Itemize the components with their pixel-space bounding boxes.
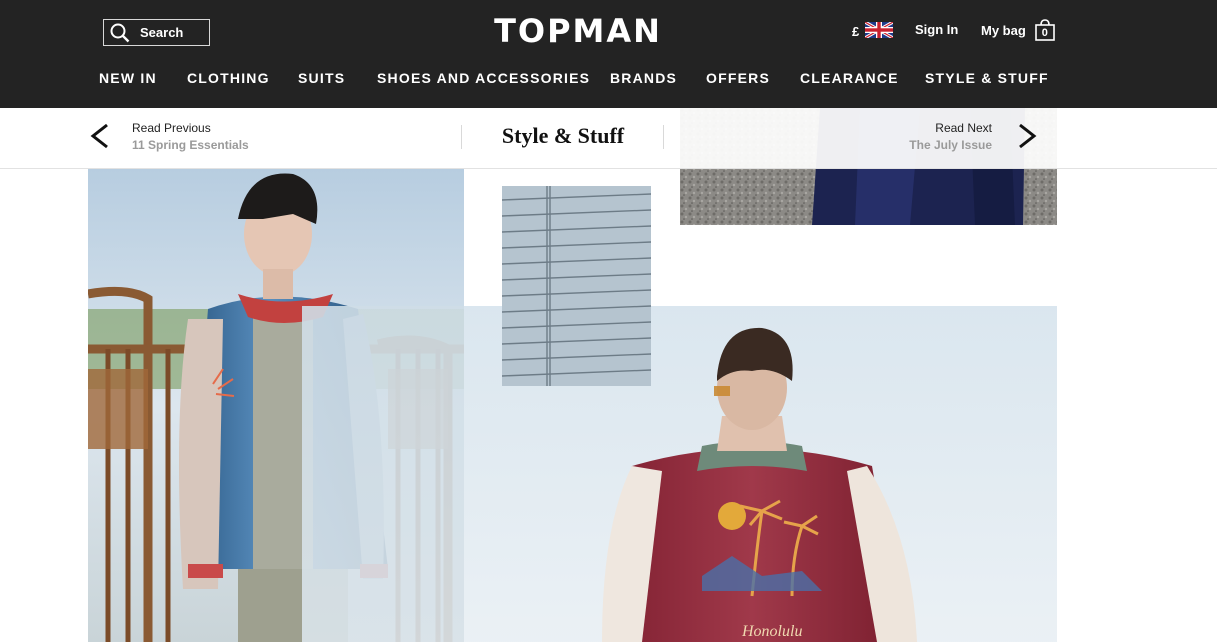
currency-selector[interactable]: £ <box>852 20 895 41</box>
topman-logo[interactable]: TOPMAN <box>478 12 678 50</box>
svg-text:Honolulu: Honolulu <box>741 623 802 640</box>
read-previous-label: Read Previous <box>132 121 211 135</box>
search-button[interactable]: Search <box>103 19 210 46</box>
editorial-photo-window-blinds <box>502 186 651 386</box>
nav-item-brands[interactable]: BRANDS <box>610 70 677 86</box>
bag-count: 0 <box>1041 27 1048 39</box>
currency-symbol: £ <box>852 24 860 39</box>
chevron-right-icon[interactable] <box>1016 122 1038 157</box>
site-header: Search TOPMAN £ Sign In My bag 0 NEW IN … <box>0 0 1217 108</box>
my-bag-button[interactable]: My bag 0 <box>981 19 1055 41</box>
read-previous-title: 11 Spring Essentials <box>132 138 249 152</box>
search-label: Search <box>140 25 184 40</box>
nav-item-clearance[interactable]: CLEARANCE <box>800 70 899 86</box>
section-title: Style & Stuff <box>501 123 625 148</box>
divider <box>663 125 664 149</box>
read-next-title: The July Issue <box>909 138 992 152</box>
article-navigation-bar: Read Previous 11 Spring Essentials Style… <box>0 108 1217 169</box>
nav-item-offers[interactable]: OFFERS <box>706 70 770 86</box>
read-next-label: Read Next <box>935 121 992 135</box>
my-bag-label: My bag <box>981 22 1026 38</box>
nav-item-style-and-stuff[interactable]: STYLE & STUFF <box>925 70 1049 86</box>
chevron-left-icon[interactable] <box>89 122 111 157</box>
read-next-link[interactable]: Read Next The July Issue <box>909 120 992 154</box>
main-navigation: NEW IN CLOTHING SUITS SHOES AND ACCESSOR… <box>0 70 1217 90</box>
search-icon <box>110 23 130 43</box>
nav-item-shoes-and-accessories[interactable]: SHOES AND ACCESSORIES <box>377 70 590 86</box>
read-previous-link[interactable]: Read Previous 11 Spring Essentials <box>132 120 249 154</box>
nav-item-suits[interactable]: SUITS <box>298 70 345 86</box>
editorial-photo-model-red-jacket: Honolulu <box>302 306 1057 642</box>
sign-in-link[interactable]: Sign In <box>915 22 958 37</box>
bag-icon: 0 <box>1034 19 1055 41</box>
nav-item-clothing[interactable]: CLOTHING <box>187 70 270 86</box>
divider <box>461 125 462 149</box>
nav-item-new-in[interactable]: NEW IN <box>99 70 157 86</box>
uk-flag-icon <box>864 20 895 41</box>
